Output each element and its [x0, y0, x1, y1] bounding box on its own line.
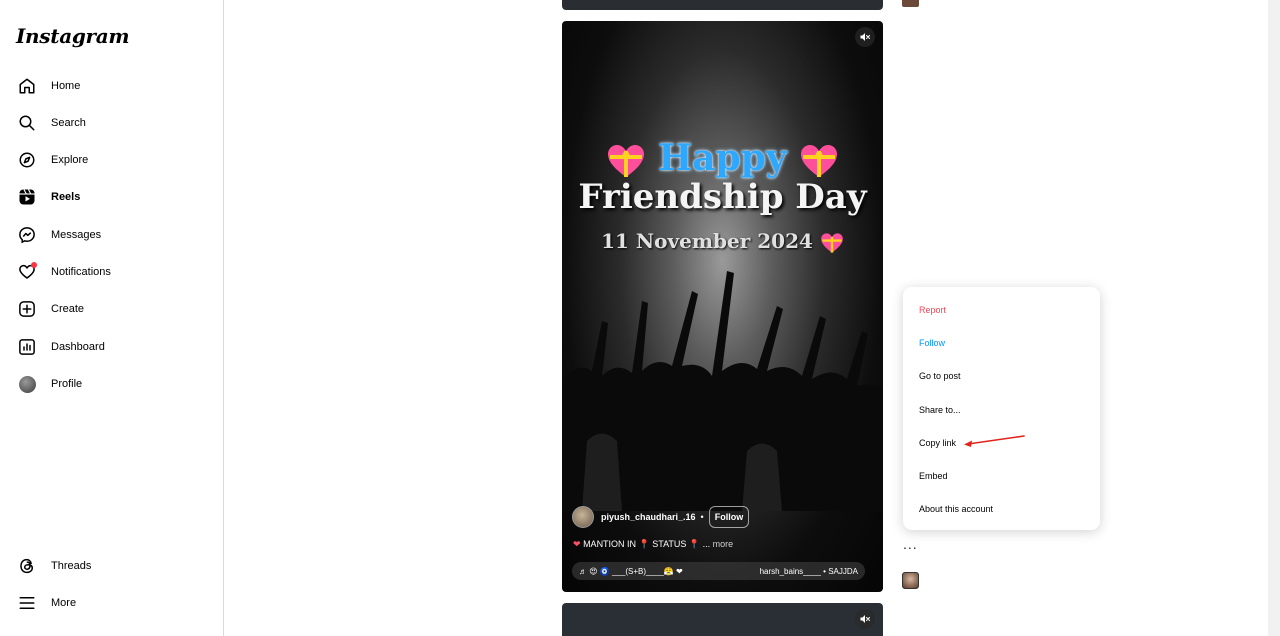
messenger-icon: [15, 223, 39, 247]
overlay-text-line3: 11 November 2024: [562, 229, 883, 254]
next-reel[interactable]: [562, 603, 883, 636]
sidebar-item-label: Reels: [51, 191, 81, 203]
overlay-text-line2: Friendship Day: [578, 177, 867, 217]
sidebar-item-profile[interactable]: Profile: [12, 368, 212, 400]
reels-icon: [15, 185, 39, 209]
sidebar-item-dashboard[interactable]: Dashboard: [12, 331, 212, 363]
hamburger-menu-icon: [15, 591, 39, 615]
sidebar-item-threads[interactable]: Threads: [12, 550, 212, 582]
audio-bar[interactable]: ♬ 😍 🧿 ___(S+B)____😤 ❤ harsh_bains____ • …: [572, 562, 865, 580]
menu-go-to-post[interactable]: Go to post: [919, 371, 961, 381]
previous-reel-audio-avatar[interactable]: [902, 0, 919, 7]
more-options-button[interactable]: ...: [903, 537, 918, 551]
sidebar-item-label: Create: [51, 303, 85, 315]
menu-share-to[interactable]: Share to...: [919, 405, 961, 415]
sidebar-item-label: Threads: [51, 560, 92, 572]
instagram-logo[interactable]: Instagram: [16, 24, 130, 48]
separator-dot: •: [700, 512, 704, 522]
heart-icon: [15, 260, 39, 284]
sidebar-item-label: Notifications: [51, 266, 111, 278]
reel-video[interactable]: Happy Friendship Day 11 November 2024 pi…: [562, 21, 883, 592]
reel-caption[interactable]: ❤ MANTION IN 📍 STATUS 📍 ... more: [573, 539, 733, 550]
owner-avatar[interactable]: [572, 506, 594, 528]
audio-artist: harsh_bains____ • SAJJDA: [759, 566, 858, 576]
reel-owner: piyush_chaudhari_.16 • Follow: [572, 506, 750, 528]
audio-title: ♬ 😍 🧿 ___(S+B)____😤 ❤: [579, 566, 683, 576]
sidebar-item-label: Home: [51, 80, 81, 92]
profile-avatar: [15, 372, 39, 396]
sidebar-item-label: More: [51, 597, 77, 609]
gift-heart-icon: [801, 145, 838, 177]
sidebar-item-create[interactable]: Create: [12, 293, 212, 325]
menu-embed[interactable]: Embed: [919, 471, 948, 481]
menu-copy-link[interactable]: Copy link: [919, 438, 956, 448]
owner-username[interactable]: piyush_chaudhari_.16: [601, 512, 696, 522]
speaker-muted-icon: [860, 33, 870, 41]
menu-follow[interactable]: Follow: [919, 338, 945, 348]
annotation-arrow-icon: [964, 435, 1025, 447]
search-icon: [15, 111, 39, 135]
caption-more-link[interactable]: more: [713, 539, 734, 549]
heart-emoji-icon: ❤: [573, 539, 581, 549]
sidebar-item-more[interactable]: More: [12, 587, 212, 619]
app-root: Instagram Home Search Explore Reels Mess…: [0, 0, 1280, 636]
compass-icon: [15, 148, 39, 172]
previous-reel[interactable]: [562, 0, 883, 10]
audio-avatar[interactable]: [902, 572, 919, 589]
sidebar-item-label: Search: [51, 117, 86, 129]
notification-dot: [31, 262, 37, 268]
mute-button[interactable]: [855, 609, 875, 629]
plus-square-icon: [15, 297, 39, 321]
sidebar-item-notifications[interactable]: Notifications: [12, 256, 212, 288]
dashboard-icon: [15, 335, 39, 359]
sidebar-item-home[interactable]: Home: [12, 70, 212, 102]
sidebar-item-label: Messages: [51, 229, 102, 241]
follow-button[interactable]: Follow: [708, 506, 750, 528]
menu-report[interactable]: Report: [919, 305, 946, 315]
sidebar-item-reels[interactable]: Reels: [12, 181, 212, 213]
scrollbar[interactable]: [1268, 0, 1280, 636]
gift-heart-icon: [821, 232, 843, 253]
sidebar: Instagram Home Search Explore Reels Mess…: [0, 0, 224, 636]
sidebar-item-explore[interactable]: Explore: [12, 144, 212, 176]
home-icon: [15, 74, 39, 98]
mute-button[interactable]: [855, 27, 875, 47]
sidebar-item-search[interactable]: Search: [12, 107, 212, 139]
speaker-muted-icon: [860, 615, 870, 623]
sidebar-item-label: Profile: [51, 378, 83, 390]
caption-text: MANTION IN 📍 STATUS 📍 ...: [583, 539, 711, 549]
crowd-silhouette: [562, 271, 883, 511]
overlay-text-line1: Happy: [562, 137, 883, 179]
sidebar-item-label: Dashboard: [51, 341, 105, 353]
gift-heart-icon: [607, 145, 644, 177]
reel-options-menu: Report Follow Go to post Share to... Cop…: [903, 287, 1100, 530]
sidebar-item-messages[interactable]: Messages: [12, 219, 212, 251]
threads-icon: [15, 554, 39, 578]
menu-about-account[interactable]: About this account: [919, 504, 993, 514]
sidebar-item-label: Explore: [51, 154, 89, 166]
